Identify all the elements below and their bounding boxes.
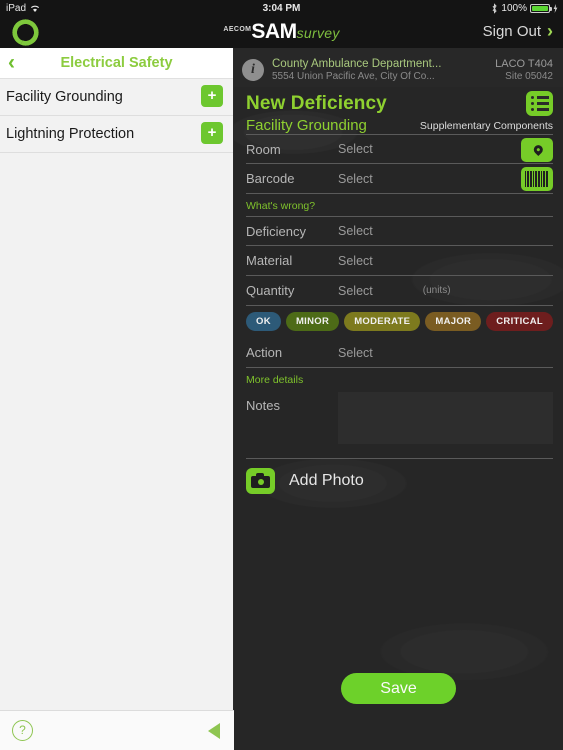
charging-bolt-icon [553, 3, 558, 13]
field-label: Action [246, 345, 283, 360]
clock: 3:04 PM [262, 2, 301, 14]
barcode-icon [525, 171, 549, 187]
field-row-deficiency[interactable]: Deficiency Select [246, 216, 553, 246]
field-row-action[interactable]: Action Select [246, 338, 553, 368]
brand-suffix: survey [296, 25, 340, 41]
site-address: 5554 Union Pacific Ave, City Of Co... [272, 70, 435, 82]
list-icon[interactable] [526, 91, 553, 116]
form-subtitle-row: Facility Grounding Supplementary Compone… [246, 117, 553, 134]
sidebar-header: ‹ Electrical Safety [0, 48, 233, 79]
sidebar-list: Facility Grounding + Lightning Protectio… [0, 79, 233, 153]
severity-selector: OK MINOR MODERATE MAJOR CRITICAL [234, 306, 563, 338]
site-info-main: County Ambulance Department... 5554 Unio… [272, 58, 487, 82]
field-label: Quantity [246, 283, 295, 298]
field-row-material[interactable]: Material Select [246, 246, 553, 276]
add-facility-grounding-button[interactable]: + [201, 85, 223, 107]
sidebar-title: Electrical Safety [60, 55, 173, 71]
sidebar-item-label: Lightning Protection [6, 126, 135, 142]
form-header: New Deficiency Facility Grounding Supple… [234, 87, 563, 134]
severity-ok-button[interactable]: OK [246, 312, 281, 331]
page-title: New Deficiency [246, 93, 387, 114]
site-name: County Ambulance Department... [272, 57, 442, 70]
field-value[interactable]: Select [338, 346, 373, 360]
form-fields-top: Room Select Barcode Select [234, 134, 563, 194]
severity-minor-button[interactable]: MINOR [285, 312, 340, 331]
field-value[interactable]: Select [338, 284, 373, 298]
field-value[interactable]: Select [338, 142, 373, 156]
status-bar-right: 100% [491, 3, 558, 14]
form-subtitle: Facility Grounding [246, 117, 367, 134]
sidebar-item-facility-grounding[interactable]: Facility Grounding + [0, 79, 233, 116]
chevron-right-icon: › [547, 21, 553, 41]
whats-wrong-section-label: What's wrong? [246, 200, 316, 212]
sidebar: ‹ Electrical Safety Facility Grounding +… [0, 48, 234, 750]
save-button-container: Save [234, 673, 563, 704]
triangle-left-icon[interactable] [208, 723, 220, 739]
severity-critical-button[interactable]: CRITICAL [486, 312, 554, 331]
camera-icon [246, 468, 275, 494]
add-lightning-protection-button[interactable]: + [201, 122, 223, 144]
room-picker-button[interactable] [521, 138, 553, 162]
sidebar-footer: ? [0, 710, 234, 750]
severity-moderate-button[interactable]: MODERATE [344, 312, 421, 331]
site-info-right: LACO T404 Site 05042 [495, 58, 553, 82]
app-header: AECOMSAMsurvey Sign Out › [0, 16, 563, 48]
brand-name: SAM [251, 20, 297, 43]
field-value[interactable]: Select [338, 254, 373, 268]
form-fields-action: Action Select [234, 338, 563, 368]
field-row-room[interactable]: Room Select [246, 134, 553, 164]
notes-label: Notes [246, 398, 280, 413]
field-row-quantity[interactable]: Quantity Select (units) [246, 276, 553, 306]
detail-panel: i County Ambulance Department... 5554 Un… [234, 48, 563, 750]
field-label: Barcode [246, 171, 295, 186]
add-photo-label: Add Photo [289, 472, 364, 489]
save-button[interactable]: Save [341, 673, 456, 704]
site-code: LACO T404 [495, 57, 553, 70]
supplementary-components-label[interactable]: Supplementary Components [420, 120, 553, 134]
map-pin-icon [531, 143, 545, 157]
site-number: Site 05042 [505, 70, 553, 82]
field-value[interactable]: Select [338, 224, 373, 238]
field-label: Room [246, 141, 281, 157]
chevron-left-icon[interactable]: ‹ [8, 52, 15, 73]
sidebar-item-lightning-protection[interactable]: Lightning Protection + [0, 116, 233, 153]
field-label: Deficiency [246, 223, 306, 239]
add-photo-button[interactable]: Add Photo [234, 459, 563, 494]
sidebar-item-label: Facility Grounding [6, 89, 123, 105]
field-label: Material [246, 253, 293, 268]
field-value[interactable]: Select [338, 172, 373, 186]
notes-field: Notes [234, 390, 563, 444]
info-icon[interactable]: i [242, 58, 264, 81]
notes-input[interactable] [338, 392, 553, 444]
app-brand: AECOMSAMsurvey [0, 20, 563, 44]
sign-out-label: Sign Out [482, 22, 541, 40]
quantity-units-hint: (units) [422, 285, 451, 296]
battery-icon [530, 3, 552, 13]
app-root: iPad 3:04 PM 100% AECOMSAMsurvey Sign Ou… [0, 0, 563, 750]
sign-out-button[interactable]: Sign Out › [483, 22, 553, 40]
help-icon[interactable]: ? [12, 720, 33, 741]
battery-percent-label: 100% [501, 2, 527, 14]
field-row-barcode[interactable]: Barcode Select [246, 164, 553, 194]
more-details-section-label: More details [246, 374, 304, 386]
bluetooth-icon [492, 2, 498, 14]
severity-major-button[interactable]: MAJOR [425, 312, 482, 331]
brand-prefix: AECOM [223, 26, 252, 33]
ios-status-bar: iPad 3:04 PM 100% [0, 0, 563, 16]
site-info-bar[interactable]: i County Ambulance Department... 5554 Un… [234, 48, 563, 87]
barcode-scan-button[interactable] [521, 167, 553, 191]
form-fields-mid: Deficiency Select Material Select Quanti… [234, 216, 563, 306]
